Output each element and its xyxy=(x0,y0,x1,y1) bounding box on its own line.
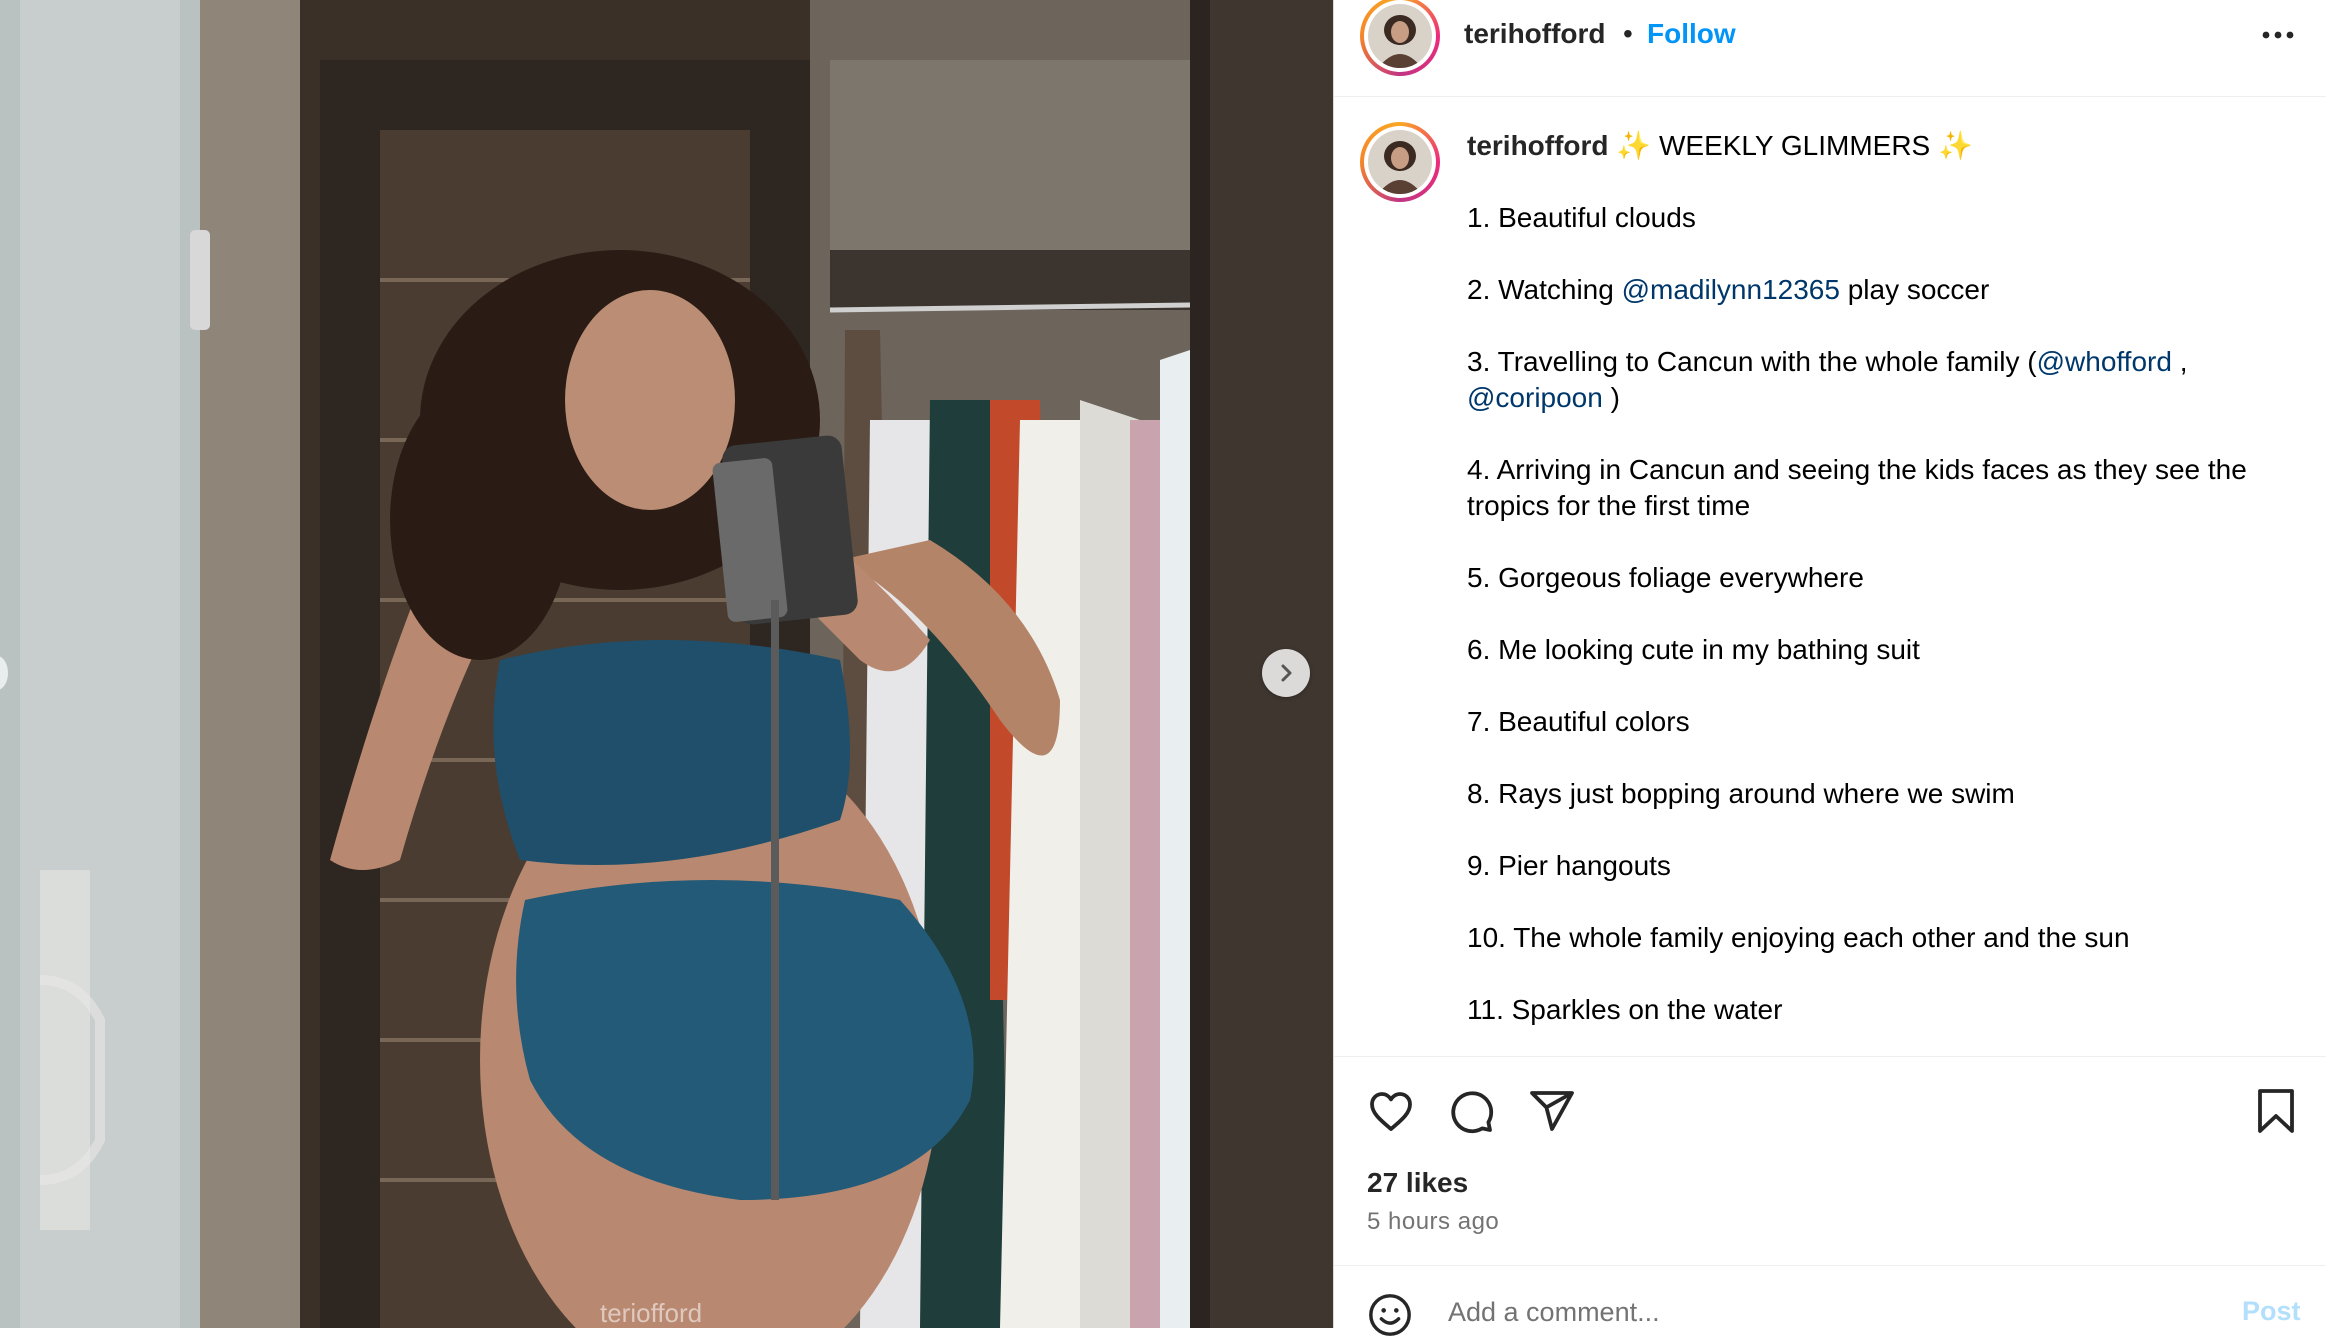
caption-item-text: play soccer xyxy=(1839,274,1990,305)
post-media[interactable]: teriofford xyxy=(0,0,1333,1328)
share-icon[interactable] xyxy=(1528,1087,1576,1135)
caption-item-text: 2. Watching xyxy=(1467,274,1622,305)
caption-item-text: 3. Travelling to Cancun with the whole f… xyxy=(1467,346,2037,377)
sparkle-icon: ✨ xyxy=(1938,130,1973,161)
heart-icon[interactable] xyxy=(1367,1087,1415,1135)
mention-link[interactable]: @madilynn12365 xyxy=(1622,274,1840,305)
chevron-right-icon xyxy=(1281,664,1292,682)
caption-item: 1. Beautiful clouds xyxy=(1467,202,1696,233)
post-comment-button[interactable]: Post xyxy=(2242,1296,2301,1327)
caption-item: 7. Beautiful colors xyxy=(1467,706,1690,737)
caption-item: 4. Arriving in Cancun and seeing the kid… xyxy=(1467,454,2247,521)
caption-item: 2. Watching @madilynn12365 play soccer xyxy=(1467,272,2297,308)
caption-item: 11. Sparkles on the water xyxy=(1467,994,1783,1025)
caption-title-line: terihofford ✨ WEEKLY GLIMMERS ✨ xyxy=(1467,128,2297,164)
comment-bar: Post xyxy=(1334,1265,2326,1336)
avatar-image xyxy=(1368,130,1432,194)
caption-avatar[interactable] xyxy=(1360,122,1440,202)
caption-area: terihofford ✨ WEEKLY GLIMMERS ✨ 1. Beaut… xyxy=(1334,98,2326,1056)
sparkle-icon: ✨ xyxy=(1616,130,1652,161)
caption-title: WEEKLY GLIMMERS xyxy=(1658,130,1931,161)
comment-input[interactable] xyxy=(1446,1296,2150,1329)
bookmark-icon[interactable] xyxy=(2254,1087,2298,1135)
emoji-icon[interactable] xyxy=(1367,1292,1413,1338)
caption-item: 8. Rays just bopping around where we swi… xyxy=(1467,778,2015,809)
post-timestamp[interactable]: 5 hours ago xyxy=(1367,1208,1499,1236)
caption-item: 5. Gorgeous foliage everywhere xyxy=(1467,562,1864,593)
comment-icon[interactable] xyxy=(1447,1087,1495,1135)
likes-count[interactable]: 27 likes xyxy=(1367,1167,1468,1199)
watermark-text: teriofford xyxy=(600,1298,702,1328)
post-side-panel: terihofford • Follow terihofford ✨ WEEKL… xyxy=(1333,0,2326,1336)
header-avatar[interactable] xyxy=(1360,0,1440,76)
caption-item: 6. Me looking cute in my bathing suit xyxy=(1467,634,1920,665)
caption-text: terihofford ✨ WEEKLY GLIMMERS ✨ 1. Beaut… xyxy=(1467,128,2297,1028)
post-photo: teriofford xyxy=(0,0,1333,1328)
caption-username[interactable]: terihofford xyxy=(1467,130,1609,161)
caption-item-text: ) xyxy=(1602,382,1620,413)
more-horizontal-icon[interactable] xyxy=(2258,18,2298,52)
post-header: terihofford • Follow xyxy=(1334,0,2326,97)
follow-button[interactable]: Follow xyxy=(1647,18,1736,50)
mention-link[interactable]: @whofford xyxy=(2037,346,2172,377)
avatar-image xyxy=(1368,4,1432,68)
post-actions: 27 likes 5 hours ago Post xyxy=(1334,1056,2326,1336)
caption-item: 9. Pier hangouts xyxy=(1467,850,1671,881)
mention-link[interactable]: @coripoon xyxy=(1467,382,1603,413)
carousel-next-button[interactable] xyxy=(1262,649,1310,697)
caption-item: 3. Travelling to Cancun with the whole f… xyxy=(1467,344,2297,416)
caption-item: 10. The whole family enjoying each other… xyxy=(1467,922,2130,953)
header-username[interactable]: terihofford xyxy=(1464,18,1606,50)
caption-item-text: , xyxy=(2171,346,2188,377)
header-separator: • xyxy=(1623,18,1633,49)
